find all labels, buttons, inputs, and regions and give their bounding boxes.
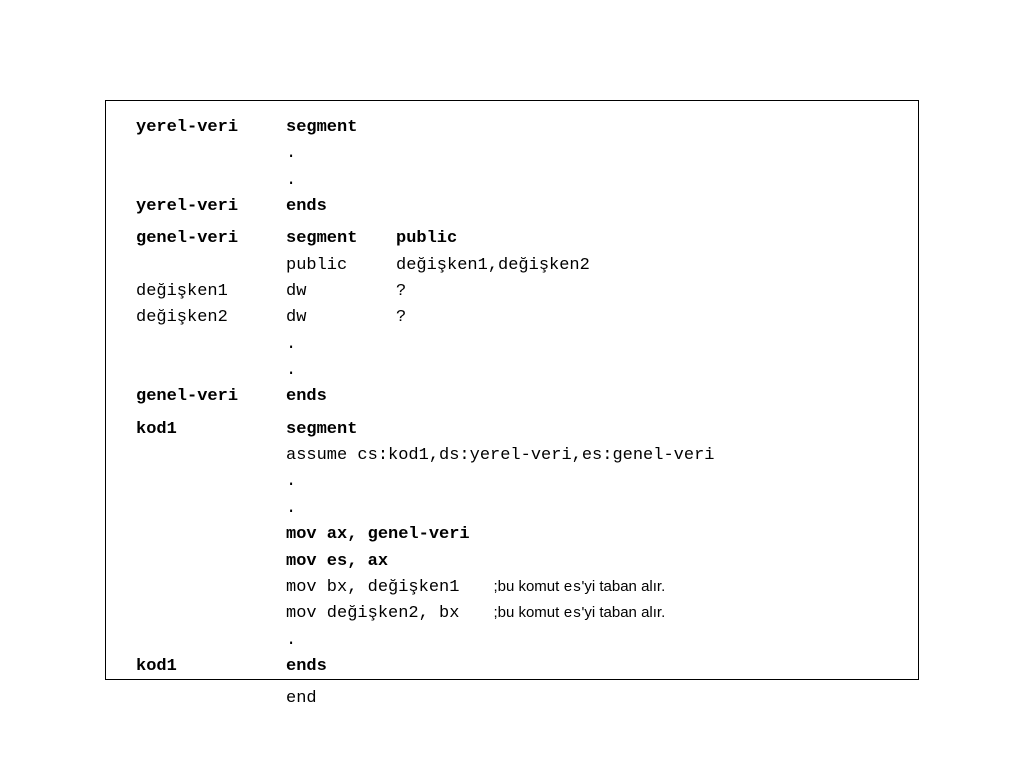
mnemonic-column: segment bbox=[286, 226, 396, 252]
code-line: . bbox=[136, 332, 896, 358]
operand-column: değişken1,değişken2 bbox=[396, 253, 590, 279]
instruction-text: mov es, ax bbox=[286, 549, 896, 575]
code-line: genel-veriends bbox=[136, 384, 896, 410]
mnemonic-column: ends bbox=[286, 654, 396, 680]
code-line: mov es, ax bbox=[136, 549, 896, 575]
mnemonic-column: . bbox=[286, 141, 396, 167]
mnemonic-column: . bbox=[286, 358, 396, 384]
label-column: değişken1 bbox=[136, 279, 286, 305]
mnemonic-column: public bbox=[286, 253, 396, 279]
label-column: değişken2 bbox=[136, 305, 286, 331]
code-line: değişken1dw? bbox=[136, 279, 896, 305]
mnemonic-column: . bbox=[286, 332, 396, 358]
mnemonic-column: dw bbox=[286, 305, 396, 331]
code-listing-frame: yerel-verisegment..yerel-veriendsgenel-v… bbox=[105, 100, 919, 680]
mnemonic-column: ends bbox=[286, 194, 396, 220]
label-column: yerel-veri bbox=[136, 115, 286, 141]
code-line: kod1ends bbox=[136, 654, 896, 680]
code-line: kod1segment bbox=[136, 417, 896, 443]
code-line: . bbox=[136, 496, 896, 522]
label-column: kod1 bbox=[136, 654, 286, 680]
code-line: mov ax, genel-veri bbox=[136, 522, 896, 548]
mnemonic-column: end bbox=[286, 686, 396, 712]
code-line: yerel-verisegment bbox=[136, 115, 896, 141]
mnemonic-column: . bbox=[286, 469, 396, 495]
code-comment: ;bu komut es'yi taban alır. bbox=[459, 578, 665, 595]
code-line: . bbox=[136, 358, 896, 384]
instruction-text: mov bx, değişken1;bu komut es'yi taban a… bbox=[286, 575, 896, 601]
mnemonic-column: . bbox=[286, 628, 396, 654]
code-line: . bbox=[136, 469, 896, 495]
code-line: end bbox=[136, 686, 896, 712]
mnemonic-column: segment bbox=[286, 115, 396, 141]
code-line: yerel-veriends bbox=[136, 194, 896, 220]
code-line: assume cs:kod1,ds:yerel-veri,es:genel-ve… bbox=[136, 443, 896, 469]
operand-column: ? bbox=[396, 279, 406, 305]
label-column: yerel-veri bbox=[136, 194, 286, 220]
mnemonic-column: . bbox=[286, 496, 396, 522]
code-comment: ;bu komut es'yi taban alır. bbox=[459, 604, 665, 621]
instruction-text: mov ax, genel-veri bbox=[286, 522, 896, 548]
code-listing: yerel-verisegment..yerel-veriendsgenel-v… bbox=[136, 115, 896, 713]
mnemonic-column: segment bbox=[286, 417, 396, 443]
label-column: genel-veri bbox=[136, 226, 286, 252]
label-column: genel-veri bbox=[136, 384, 286, 410]
label-column: kod1 bbox=[136, 417, 286, 443]
code-line: değişken2dw? bbox=[136, 305, 896, 331]
code-line: mov değişken2, bx;bu komut es'yi taban a… bbox=[136, 601, 896, 627]
code-line: mov bx, değişken1;bu komut es'yi taban a… bbox=[136, 575, 896, 601]
code-line: . bbox=[136, 168, 896, 194]
operand-column: ? bbox=[396, 305, 406, 331]
mnemonic-column: . bbox=[286, 168, 396, 194]
mnemonic-column: ends bbox=[286, 384, 396, 410]
mnemonic-column: dw bbox=[286, 279, 396, 305]
instruction-text: mov değişken2, bx;bu komut es'yi taban a… bbox=[286, 601, 896, 627]
operand-column: public bbox=[396, 226, 457, 252]
code-line: . bbox=[136, 628, 896, 654]
code-line: publicdeğişken1,değişken2 bbox=[136, 253, 896, 279]
instruction-text: assume cs:kod1,ds:yerel-veri,es:genel-ve… bbox=[286, 443, 896, 469]
code-line: genel-verisegmentpublic bbox=[136, 226, 896, 252]
code-line: . bbox=[136, 141, 896, 167]
